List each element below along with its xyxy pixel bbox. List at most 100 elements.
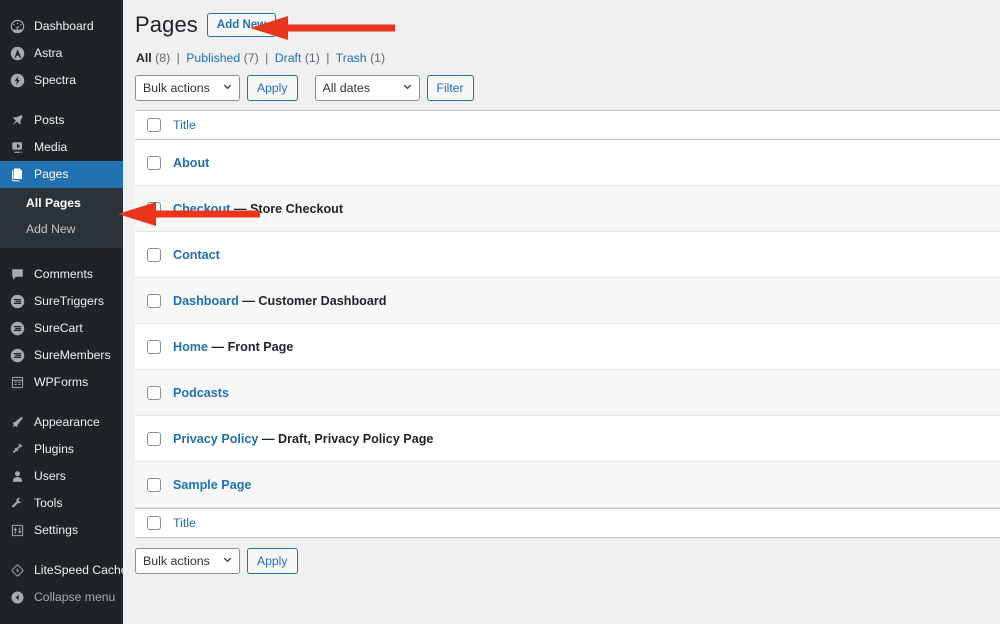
page-title-link[interactable]: Contact: [173, 248, 220, 262]
status-separator: |: [174, 51, 183, 65]
table-row: About: [135, 140, 1000, 186]
sidebar-item-label: Users: [34, 470, 66, 482]
column-header-title-bottom: Title: [173, 514, 196, 532]
sidebar-item-label: Comments: [34, 268, 93, 280]
collapse-icon: [9, 589, 26, 606]
filter-button[interactable]: Filter: [427, 75, 474, 101]
spectra-icon: [9, 72, 26, 89]
page-title-link[interactable]: Privacy Policy: [173, 432, 258, 446]
sidebar-item-astra[interactable]: Astra: [0, 40, 123, 67]
apply-button-top[interactable]: Apply: [247, 75, 298, 101]
collapse-menu-label: Collapse menu: [34, 591, 115, 603]
add-new-button[interactable]: Add New: [207, 13, 276, 37]
sidebar-item-pages[interactable]: Pages: [0, 161, 123, 188]
sidebar-group-litespeed: LiteSpeed Cache Collapse menu: [0, 557, 123, 611]
collapse-menu-button[interactable]: Collapse menu: [0, 584, 123, 611]
page-title-link[interactable]: Podcasts: [173, 386, 229, 400]
sidebar-item-spectra[interactable]: Spectra: [0, 67, 123, 94]
sidebar-separator-3: [0, 396, 123, 409]
sidebar-item-appearance[interactable]: Appearance: [0, 409, 123, 436]
sidebar-item-settings[interactable]: Settings: [0, 517, 123, 544]
sidebar-item-comments[interactable]: Comments: [0, 261, 123, 288]
status-link-draft-wrap: Draft (1): [275, 51, 324, 65]
status-link-all-wrap: All (8): [136, 51, 174, 65]
sidebar-item-label: Settings: [34, 524, 78, 536]
sidebar-item-surecart[interactable]: SureCart: [0, 315, 123, 342]
sidebar-separator-2: [0, 248, 123, 261]
column-title-sort-link-bottom[interactable]: Title: [173, 516, 196, 530]
sidebar-item-wpforms[interactable]: WPForms: [0, 369, 123, 396]
sidebar-item-posts[interactable]: Posts: [0, 107, 123, 134]
page-title-meta: — Draft, Privacy Policy Page: [258, 432, 433, 446]
tablenav-top: Bulk actions Apply All dates Filter: [135, 75, 1000, 101]
sidebar-item-tools[interactable]: Tools: [0, 490, 123, 517]
bulk-actions-select-bottom[interactable]: Bulk actions: [135, 548, 240, 574]
status-count-published: (7): [244, 51, 259, 65]
row-title-cell: About: [173, 156, 209, 170]
row-title-cell: Podcasts: [173, 386, 229, 400]
sidebar-item-label: Tools: [34, 497, 62, 509]
row-checkbox-cell: [135, 386, 173, 400]
pin-icon: [9, 112, 26, 129]
row-checkbox-cell: [135, 432, 173, 446]
dashboard-icon: [9, 18, 26, 35]
select-all-checkbox-top[interactable]: [147, 118, 161, 132]
sidebar-group-main: Dashboard Astra Spectra: [0, 13, 123, 94]
apply-button-bottom[interactable]: Apply: [247, 548, 298, 574]
row-title-cell: Privacy Policy — Draft, Privacy Policy P…: [173, 432, 433, 446]
row-checkbox-cell: [135, 478, 173, 492]
page-title: Pages: [135, 12, 198, 38]
row-checkbox[interactable]: [147, 248, 161, 262]
sidebar-item-label: Plugins: [34, 443, 74, 455]
sidebar-item-label: Spectra: [34, 74, 76, 86]
table-row: Home — Front Page: [135, 324, 1000, 370]
row-checkbox[interactable]: [147, 156, 161, 170]
tools-icon: [9, 495, 26, 512]
sidebar-item-label: SureTriggers: [34, 295, 104, 307]
sidebar-item-label: WPForms: [34, 376, 88, 388]
row-checkbox[interactable]: [147, 386, 161, 400]
sidebar-item-suremembers[interactable]: SureMembers: [0, 342, 123, 369]
page-title-link[interactable]: Home: [173, 340, 208, 354]
date-filter-select[interactable]: All dates: [315, 75, 420, 101]
sidebar-item-label: Posts: [34, 114, 64, 126]
tablenav-bottom: Bulk actions Apply: [135, 548, 1000, 588]
page-title-link[interactable]: Checkout: [173, 202, 230, 216]
row-checkbox-cell: [135, 156, 173, 170]
sidebar-item-users[interactable]: Users: [0, 463, 123, 490]
status-link-all[interactable]: All: [136, 51, 152, 65]
sidebar-item-label: Dashboard: [34, 20, 94, 32]
select-all-checkbox-bottom[interactable]: [147, 516, 161, 530]
sidebar-item-media[interactable]: Media: [0, 134, 123, 161]
sidebar-item-label: Pages: [34, 168, 69, 180]
status-link-draft[interactable]: Draft: [275, 51, 302, 65]
page-title-link[interactable]: Sample Page: [173, 478, 251, 492]
sidebar-item-label: SureCart: [34, 322, 83, 334]
bulk-actions-select-top[interactable]: Bulk actions: [135, 75, 240, 101]
row-checkbox[interactable]: [147, 478, 161, 492]
users-icon: [9, 468, 26, 485]
select-all-header-cell: [135, 118, 173, 132]
column-title-sort-link[interactable]: Title: [173, 118, 196, 132]
sidebar-item-litespeed-cache[interactable]: LiteSpeed Cache: [0, 557, 123, 584]
page-title-link[interactable]: Dashboard: [173, 294, 239, 308]
sidebar-submenu-item-all-pages[interactable]: All Pages: [0, 191, 123, 217]
status-link-trash-wrap: Trash (1): [336, 51, 385, 65]
status-link-published[interactable]: Published: [186, 51, 240, 65]
row-checkbox[interactable]: [147, 340, 161, 354]
table-row: Privacy Policy — Draft, Privacy Policy P…: [135, 416, 1000, 462]
page-title-meta: — Store Checkout: [230, 202, 343, 216]
sidebar-item-plugins[interactable]: Plugins: [0, 436, 123, 463]
sidebar-item-suretriggers[interactable]: SureTriggers: [0, 288, 123, 315]
row-checkbox[interactable]: [147, 202, 161, 216]
sidebar-item-dashboard[interactable]: Dashboard: [0, 13, 123, 40]
status-link-trash[interactable]: Trash: [336, 51, 367, 65]
sidebar-group-plugins: Comments SureTriggers SureCart SureMembe…: [0, 261, 123, 396]
row-checkbox[interactable]: [147, 432, 161, 446]
admin-sidebar: Dashboard Astra Spectra P: [0, 0, 123, 624]
row-checkbox[interactable]: [147, 294, 161, 308]
page-title-link[interactable]: About: [173, 156, 209, 170]
sidebar-submenu-item-add-new[interactable]: Add New: [0, 217, 123, 243]
table-row: Contact: [135, 232, 1000, 278]
media-icon: [9, 139, 26, 156]
